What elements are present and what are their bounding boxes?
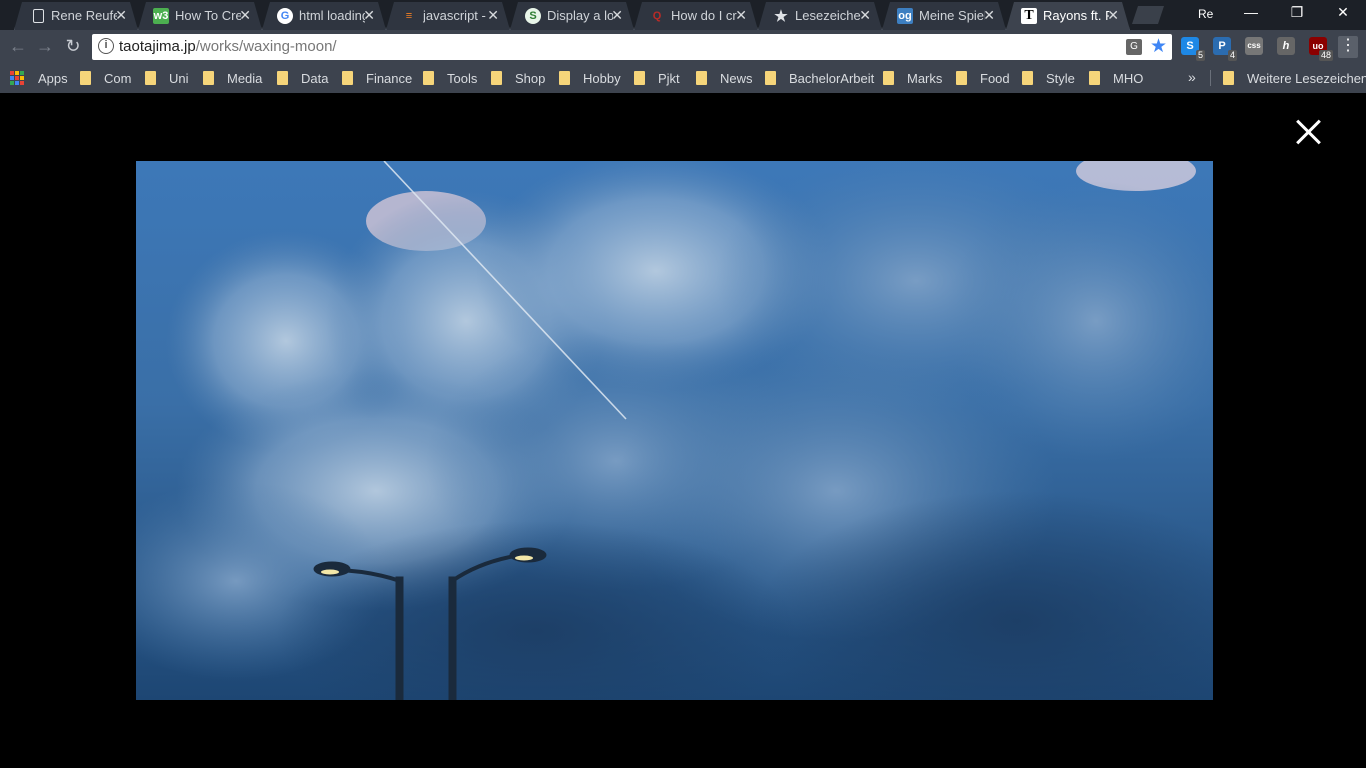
sitepoint-icon: S <box>525 8 541 24</box>
bookmark-folder-finance[interactable]: Finance <box>366 71 412 86</box>
google-icon: G <box>277 8 293 24</box>
tab-8-active[interactable]: T Rayons ft. Pe ✕ <box>1006 2 1130 30</box>
bookmark-folder-shop[interactable]: Shop <box>515 71 545 86</box>
tab-strip: Rene Reufel ✕ w3 How To Crea ✕ G html lo… <box>0 0 1366 30</box>
tab-label: html loading <box>299 8 365 23</box>
bookmark-folder-media[interactable]: Media <box>227 71 262 86</box>
quora-icon: Q <box>652 10 662 22</box>
bookmark-other-bookmarks[interactable]: Weitere Lesezeichen <box>1247 71 1366 86</box>
bookmarks-separator <box>1210 70 1211 86</box>
bookmark-folder-marks[interactable]: Marks <box>907 71 942 86</box>
star-icon: ★ <box>774 8 788 25</box>
back-icon[interactable]: ← <box>7 36 29 57</box>
lightbox-viewer <box>0 93 1366 768</box>
folder-icon <box>559 71 570 85</box>
w3-icon: w3 <box>153 10 169 22</box>
folder-icon <box>145 71 156 85</box>
og-icon: og <box>898 10 912 22</box>
tab-label: Display a loa <box>547 8 613 23</box>
bookmark-folder-pjkt[interactable]: Pjkt <box>658 71 680 86</box>
translate-icon[interactable]: G <box>1126 39 1142 55</box>
reload-icon[interactable]: ↻ <box>62 36 84 57</box>
tab-label: Lesezeichen <box>795 8 861 23</box>
folder-icon <box>491 71 502 85</box>
pushbullet-icon[interactable]: P4 <box>1213 37 1237 61</box>
stackoverflow-icon: ≡ <box>405 10 413 22</box>
address-bar[interactable]: i taotajima.jp/works/waxing-moon/ G ★ <box>92 34 1172 60</box>
t-icon: T <box>1021 8 1037 24</box>
toolbar: ← → ↻ i taotajima.jp/works/waxing-moon/ … <box>0 30 1366 64</box>
info-icon[interactable]: i <box>98 38 114 54</box>
hypothesis-icon[interactable]: h <box>1277 37 1295 55</box>
tab-label: javascript - I <box>423 8 489 23</box>
bookmark-star-icon[interactable]: ★ <box>1150 35 1167 58</box>
folder-icon <box>1089 71 1100 85</box>
folder-icon <box>956 71 967 85</box>
folder-icon <box>696 71 707 85</box>
tab-label: Meine Spiel <box>919 8 985 23</box>
tab-label: Rayons ft. Pe <box>1043 8 1102 23</box>
folder-icon <box>342 71 353 85</box>
tab-7[interactable]: og Meine Spiel ✕ <box>882 2 1006 30</box>
bookmark-folder-com[interactable]: Com <box>104 71 131 86</box>
tab-label: How do I cre <box>671 8 737 23</box>
folder-icon <box>1223 71 1234 85</box>
bookmark-folder-style[interactable]: Style <box>1046 71 1075 86</box>
tab-4[interactable]: S Display a loa ✕ <box>510 2 634 30</box>
restore-icon[interactable]: ❐ <box>1282 4 1312 21</box>
folder-icon <box>80 71 91 85</box>
tab-1[interactable]: w3 How To Crea ✕ <box>138 2 262 30</box>
bookmarks-overflow-button[interactable]: » <box>1188 69 1196 85</box>
tab-5[interactable]: Q How do I cre ✕ <box>634 2 758 30</box>
folder-icon <box>277 71 288 85</box>
tab-6[interactable]: ★ Lesezeichen ✕ <box>758 2 882 30</box>
folder-icon <box>423 71 434 85</box>
close-lightbox-icon[interactable] <box>1294 117 1324 147</box>
close-tab-icon[interactable]: ✕ <box>363 7 375 24</box>
bookmark-folder-food[interactable]: Food <box>980 71 1010 86</box>
bookmark-folder-tools[interactable]: Tools <box>447 71 477 86</box>
close-tab-icon[interactable]: ✕ <box>859 7 871 24</box>
bookmarks-bar: Apps Com Uni Media Data Finance Tools Sh… <box>0 64 1366 93</box>
close-tab-icon[interactable]: ✕ <box>115 7 127 24</box>
close-tab-icon[interactable]: ✕ <box>1107 7 1119 24</box>
css-icon[interactable]: css <box>1245 37 1263 55</box>
bookmark-folder-hobby[interactable]: Hobby <box>583 71 621 86</box>
folder-icon <box>883 71 894 85</box>
tab-0[interactable]: Rene Reufel ✕ <box>14 2 138 30</box>
bookmark-folder-mho[interactable]: MHO <box>1113 71 1143 86</box>
minimize-icon[interactable]: — <box>1236 4 1266 20</box>
bookmark-folder-bachelorarbeit[interactable]: BachelorArbeit <box>789 71 874 86</box>
bookmark-folder-uni[interactable]: Uni <box>169 71 189 86</box>
apps-icon[interactable] <box>10 71 24 85</box>
url-text[interactable]: taotajima.jp/works/waxing-moon/ <box>119 38 337 55</box>
bookmark-folder-data[interactable]: Data <box>301 71 328 86</box>
tab-3[interactable]: ≡ javascript - I ✕ <box>386 2 510 30</box>
close-tab-icon[interactable]: ✕ <box>487 7 499 24</box>
tab-2[interactable]: G html loading ✕ <box>262 2 386 30</box>
close-window-icon[interactable]: ✕ <box>1328 4 1358 21</box>
forward-icon[interactable]: → <box>34 36 56 57</box>
folder-icon <box>203 71 214 85</box>
folder-icon <box>765 71 776 85</box>
folder-icon <box>634 71 645 85</box>
tab-label: Rene Reufel <box>51 8 117 23</box>
close-tab-icon[interactable]: ✕ <box>611 7 623 24</box>
close-tab-icon[interactable]: ✕ <box>983 7 995 24</box>
bookmark-folder-news[interactable]: News <box>720 71 753 86</box>
new-tab-button[interactable] <box>1132 6 1164 24</box>
profile-button[interactable]: Re <box>1198 7 1213 21</box>
browser-chrome: Rene Reufel ✕ w3 How To Crea ✕ G html lo… <box>0 0 1366 93</box>
document-icon <box>33 9 44 23</box>
close-tab-icon[interactable]: ✕ <box>239 7 251 24</box>
skype-icon[interactable]: S5 <box>1181 37 1205 61</box>
bookmark-apps[interactable]: Apps <box>38 71 68 86</box>
folder-icon <box>1022 71 1033 85</box>
tab-label: How To Crea <box>175 8 241 23</box>
ublock-icon[interactable]: uo 48 <box>1309 37 1333 61</box>
menu-icon[interactable]: ⋮ <box>1338 36 1358 58</box>
cloud-photo <box>136 161 1213 700</box>
close-tab-icon[interactable]: ✕ <box>735 7 747 24</box>
